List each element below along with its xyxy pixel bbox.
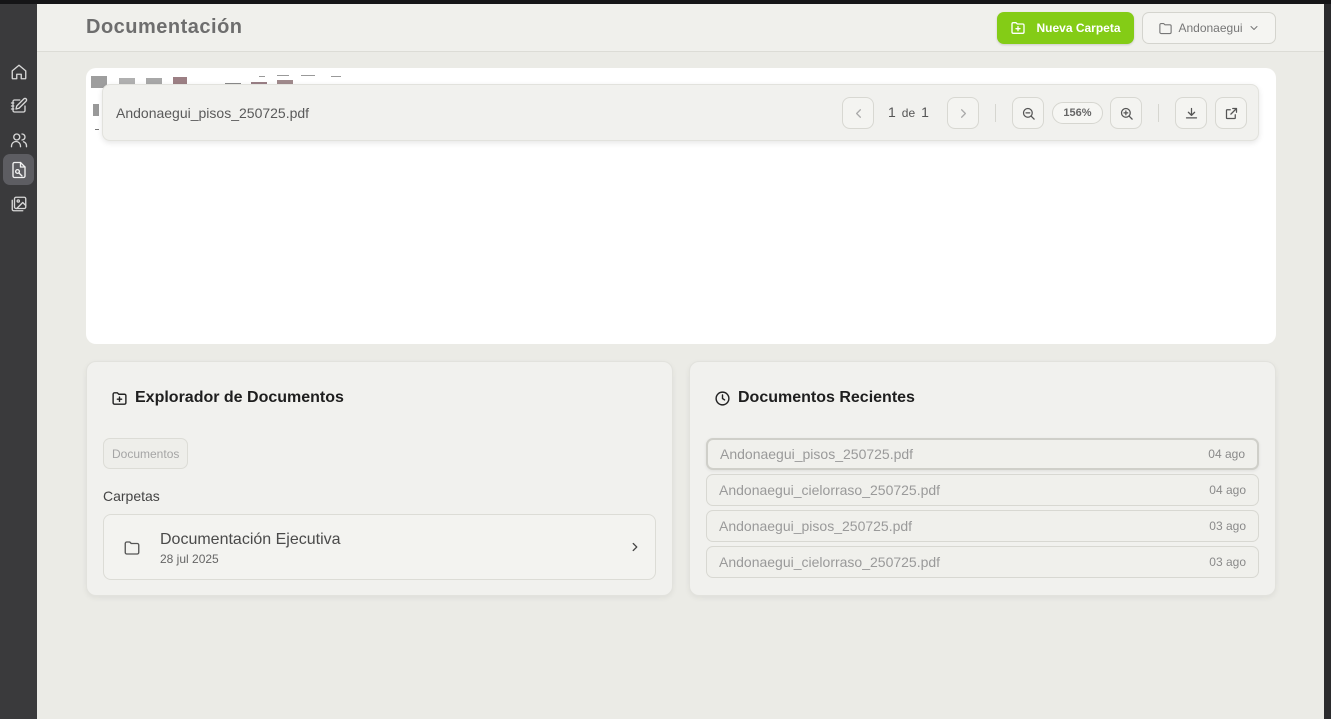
prev-page-button[interactable] (842, 97, 874, 129)
page-of-label: de (901, 106, 916, 120)
explorer-title-text: Explorador de Documentos (135, 389, 344, 406)
zoom-in-button[interactable] (1110, 97, 1142, 129)
explorer-title: Explorador de Documentos (111, 389, 344, 407)
recent-item-name: Andonaegui_cielorraso_250725.pdf (719, 554, 941, 570)
document-icon (11, 161, 26, 178)
recent-item-date: 04 ago (1208, 447, 1245, 461)
page-total: 1 (921, 104, 929, 120)
sidebar-item-users[interactable] (3, 124, 34, 155)
page-header: Documentación Nueva Carpeta Andonaegui (37, 4, 1324, 52)
toolbar-divider (1158, 104, 1159, 122)
page-current: 1 (888, 104, 896, 120)
folder-item[interactable]: Documentación Ejecutiva 28 jul 2025 (103, 514, 656, 580)
recent-item-date: 04 ago (1209, 483, 1246, 497)
zoom-out-button[interactable] (1012, 97, 1044, 129)
folder-icon (1159, 22, 1173, 34)
recent-item-date: 03 ago (1209, 519, 1246, 533)
home-icon (11, 64, 26, 79)
project-label: Andonaegui (1178, 21, 1243, 35)
folder-date: 28 jul 2025 (160, 552, 219, 566)
page-title: Documentación (86, 16, 243, 38)
recent-item-name: Andonaegui_cielorraso_250725.pdf (719, 482, 941, 498)
download-icon (1185, 107, 1197, 118)
recent-title: Documentos Recientes (714, 389, 915, 407)
download-button[interactable] (1175, 97, 1207, 129)
folder-plus-icon (1011, 22, 1026, 34)
toolbar-divider (995, 104, 996, 122)
document-explorer-card: Explorador de Documentos Documentos Carp… (86, 361, 673, 596)
sidebar-item-gallery[interactable] (3, 188, 34, 219)
recent-item-name: Andonaegui_pisos_250725.pdf (719, 518, 913, 534)
external-link-icon (1225, 107, 1237, 119)
folders-label: Carpetas (103, 488, 160, 504)
folder-icon (124, 541, 140, 555)
chevron-down-icon (1250, 26, 1258, 30)
zoom-out-icon (1022, 107, 1035, 120)
main-content: Documentación Nueva Carpeta Andonaegui A… (37, 4, 1324, 719)
next-page-button[interactable] (947, 97, 979, 129)
clock-icon (715, 390, 730, 406)
folder-plus-icon (112, 391, 127, 405)
sidebar-item-home[interactable] (3, 56, 34, 87)
chevron-right-icon (960, 108, 966, 118)
zoom-in-icon (1120, 107, 1133, 120)
sidebar-item-edit[interactable] (3, 90, 34, 121)
recent-item[interactable]: Andonaegui_cielorraso_250725.pdf 04 ago (706, 474, 1259, 506)
users-icon (10, 132, 27, 147)
open-external-button[interactable] (1215, 97, 1247, 129)
recent-item-name: Andonaegui_pisos_250725.pdf (720, 446, 914, 462)
recent-item[interactable]: Andonaegui_cielorraso_250725.pdf 03 ago (706, 546, 1259, 578)
recent-item-date: 03 ago (1209, 555, 1246, 569)
pdf-toolbar: Andonaegui_pisos_250725.pdf 1 de 1 156% (102, 84, 1259, 141)
recent-item[interactable]: Andonaegui_pisos_250725.pdf 04 ago (706, 438, 1259, 470)
project-selector[interactable]: Andonaegui (1142, 12, 1276, 44)
pdf-file-name: Andonaegui_pisos_250725.pdf (116, 105, 310, 121)
breadcrumb-documentos[interactable]: Documentos (103, 438, 189, 469)
new-folder-button[interactable]: Nueva Carpeta (997, 12, 1134, 44)
new-folder-label: Nueva Carpeta (1036, 21, 1121, 35)
sidebar (0, 4, 37, 719)
recent-documents-card: Documentos Recientes Andonaegui_pisos_25… (689, 361, 1276, 596)
folder-name: Documentación Ejecutiva (160, 531, 341, 548)
pdf-viewer[interactable]: Andonaegui_pisos_250725.pdf 1 de 1 156% (86, 68, 1276, 344)
chevron-right-icon (632, 542, 638, 552)
gallery-icon (11, 196, 26, 211)
recent-item[interactable]: Andonaegui_pisos_250725.pdf 03 ago (706, 510, 1259, 542)
sidebar-item-documents[interactable] (3, 154, 34, 185)
zoom-level: 156% (1052, 102, 1103, 124)
edit-icon (10, 97, 27, 113)
window-right-border (1324, 4, 1331, 719)
chevron-left-icon (855, 108, 861, 118)
recent-title-text: Documentos Recientes (738, 389, 915, 406)
page-indicator: 1 de 1 (888, 104, 929, 120)
